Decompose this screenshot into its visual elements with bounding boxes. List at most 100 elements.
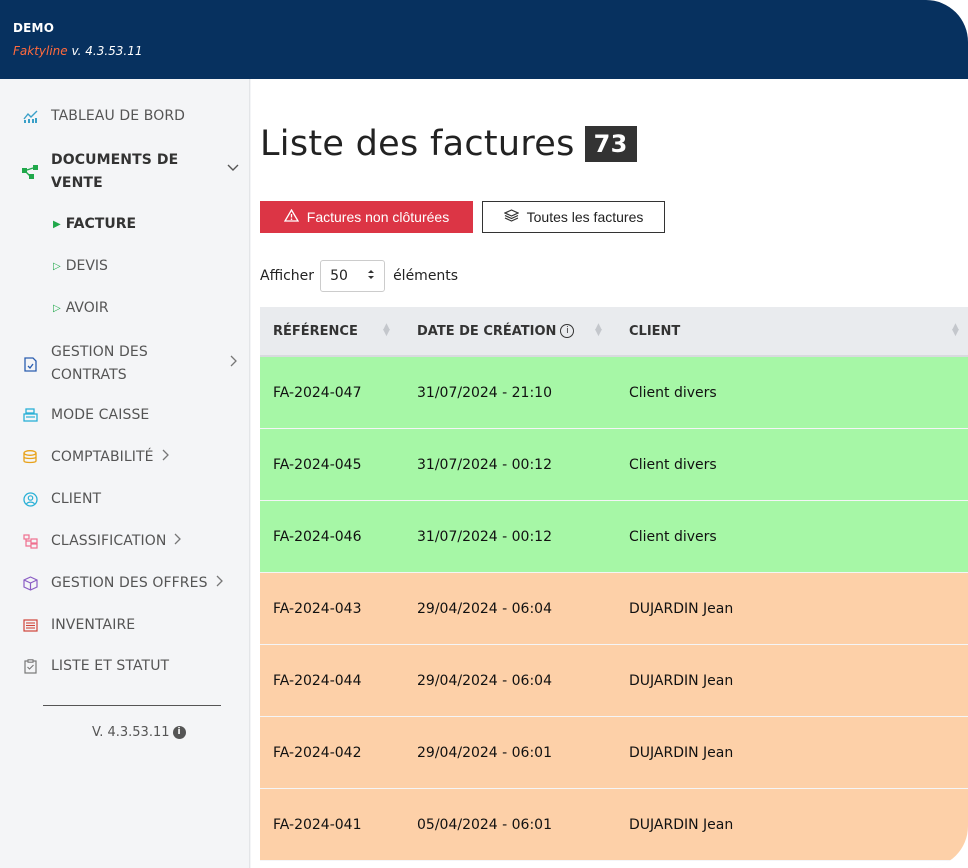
sidebar-divider <box>43 705 221 706</box>
sidebar-item-label: MODE CAISSE <box>51 407 150 423</box>
sidebar-version: V. 4.3.53.11 i <box>92 725 186 740</box>
sidebar-item-list-status[interactable]: LISTE ET STATUT <box>22 658 169 674</box>
layers-icon <box>503 209 520 225</box>
cell-reference: FA-2024-047 <box>273 385 362 401</box>
cell-reference: FA-2024-044 <box>273 673 362 689</box>
coins-icon <box>22 449 38 465</box>
table-row[interactable]: FA-2024-045 31/07/2024 - 00:12 Client di… <box>260 429 968 501</box>
cell-client: Client divers <box>629 457 717 473</box>
caret-right-icon: ▷ <box>53 302 61 314</box>
contract-icon <box>22 356 38 372</box>
cell-client: DUJARDIN Jean <box>629 601 734 617</box>
sidebar-item-client[interactable]: CLIENT <box>22 491 101 507</box>
sidebar-item-label: CLIENT <box>51 491 102 507</box>
invoices-table: RÉFÉRENCE ▲ ▼ DATE DE CRÉATION i ▲ ▼ CLIEN… <box>260 307 968 861</box>
page-title: Liste des factures 73 <box>260 124 637 164</box>
chevron-right-icon <box>230 355 238 371</box>
warning-icon <box>283 208 299 225</box>
sidebar-item-label: GESTION DES OFFRES <box>51 575 208 591</box>
sidebar-item-label: GESTION DES CONTRATS <box>51 344 148 383</box>
cell-client: DUJARDIN Jean <box>629 673 734 689</box>
chevron-right-icon <box>216 575 224 591</box>
chart-icon <box>22 108 38 124</box>
cell-reference: FA-2024-043 <box>273 601 362 617</box>
cell-date: 31/07/2024 - 00:12 <box>417 457 552 473</box>
cell-reference: FA-2024-045 <box>273 457 362 473</box>
table-row[interactable]: FA-2024-042 29/04/2024 - 06:01 DUJARDIN … <box>260 717 968 789</box>
sidebar: TABLEAU DE BORD DOCUMENTS DE VENTE ▶ FAC… <box>0 79 250 868</box>
main-content: Liste des factures 73 Factures non clôtu… <box>251 79 968 868</box>
sidebar-item-label: DOCUMENTS DE VENTE <box>51 152 179 191</box>
sidebar-item-cash-mode[interactable]: MODE CAISSE <box>22 407 149 423</box>
hierarchy-icon <box>22 533 38 549</box>
sidebar-item-avoir[interactable]: ▷ AVOIR <box>53 300 109 316</box>
sidebar-item-offers[interactable]: GESTION DES OFFRES <box>22 575 224 591</box>
cell-reference: FA-2024-046 <box>273 529 362 545</box>
cell-reference: FA-2024-042 <box>273 745 362 761</box>
cell-client: Client divers <box>629 529 717 545</box>
count-badge: 73 <box>584 126 637 162</box>
elements-label: éléments <box>393 268 459 284</box>
show-label: Afficher <box>260 268 315 284</box>
box-icon <box>22 575 38 591</box>
sort-icon[interactable]: ▲ ▼ <box>952 323 959 338</box>
table-row[interactable]: FA-2024-041 05/04/2024 - 06:01 DUJARDIN … <box>260 789 968 861</box>
user-circle-icon <box>22 491 38 507</box>
cell-client: DUJARDIN Jean <box>629 745 734 761</box>
cell-date: 05/04/2024 - 06:01 <box>417 817 552 833</box>
clipboard-icon <box>22 658 38 674</box>
chevron-down-icon <box>227 161 239 176</box>
chevron-right-icon <box>162 449 170 465</box>
table-row[interactable]: FA-2024-043 29/04/2024 - 06:04 DUJARDIN … <box>260 573 968 645</box>
sidebar-item-label: COMPTABILITÉ <box>51 449 154 465</box>
info-icon[interactable]: i <box>172 726 186 739</box>
sidebar-item-contracts[interactable]: GESTION DES CONTRATS <box>22 341 237 387</box>
app-version: Faktyline v. 4.3.53.11 <box>13 44 143 58</box>
sidebar-item-label: LISTE ET STATUT <box>51 658 170 674</box>
caret-right-icon: ▶ <box>53 218 61 230</box>
sidebar-item-label: CLASSIFICATION <box>51 533 167 549</box>
sort-icon[interactable]: ▲ ▼ <box>383 323 390 338</box>
cell-reference: FA-2024-041 <box>273 817 362 833</box>
sidebar-item-facture[interactable]: ▶ FACTURE <box>53 216 136 232</box>
sidebar-item-devis[interactable]: ▷ DEVIS <box>53 258 108 274</box>
sidebar-item-inventory[interactable]: INVENTAIRE <box>22 617 135 633</box>
all-invoices-button[interactable]: Toutes les factures <box>482 201 665 233</box>
table-row[interactable]: FA-2024-047 31/07/2024 - 21:10 Client di… <box>260 357 968 429</box>
cell-date: 31/07/2024 - 21:10 <box>417 385 552 401</box>
top-bar: DEMO Faktyline v. 4.3.53.11 <box>0 0 968 79</box>
org-name: DEMO <box>13 21 55 35</box>
brand-name: Faktyline <box>13 44 68 58</box>
info-icon[interactable]: i <box>560 324 575 338</box>
sort-icon[interactable]: ▲ ▼ <box>595 323 602 338</box>
sidebar-item-accounting[interactable]: COMPTABILITÉ <box>22 449 170 465</box>
table-row[interactable]: FA-2024-044 29/04/2024 - 06:04 DUJARDIN … <box>260 645 968 717</box>
sidebar-item-classification[interactable]: CLASSIFICATION <box>22 533 182 549</box>
sidebar-item-sales-documents[interactable]: DOCUMENTS DE VENTE <box>22 149 239 195</box>
cell-date: 29/04/2024 - 06:04 <box>417 673 552 689</box>
column-creation-date[interactable]: DATE DE CRÉATION i <box>417 324 575 339</box>
caret-right-icon: ▷ <box>53 260 61 272</box>
cell-client: DUJARDIN Jean <box>629 817 734 833</box>
cell-date: 29/04/2024 - 06:04 <box>417 601 552 617</box>
sort-arrows-icon <box>367 269 375 283</box>
cell-client: Client divers <box>629 385 717 401</box>
sidebar-item-label: INVENTAIRE <box>51 617 136 633</box>
unclosed-invoices-button[interactable]: Factures non clôturées <box>260 201 473 233</box>
column-client[interactable]: CLIENT <box>629 324 680 339</box>
cash-register-icon <box>22 407 38 423</box>
page-length-select[interactable]: 50 <box>320 260 386 292</box>
table-row[interactable]: FA-2024-046 31/07/2024 - 00:12 Client di… <box>260 501 968 573</box>
cell-date: 29/04/2024 - 06:01 <box>417 745 552 761</box>
version-number: v. 4.3.53.11 <box>71 44 143 58</box>
list-icon <box>22 617 38 633</box>
column-reference[interactable]: RÉFÉRENCE <box>273 324 358 339</box>
chevron-right-icon <box>174 533 182 549</box>
app-window: DEMO Faktyline v. 4.3.53.11 TABLEAU DE B… <box>0 0 968 868</box>
table-header: RÉFÉRENCE ▲ ▼ DATE DE CRÉATION i ▲ ▼ CLIEN… <box>260 307 968 357</box>
cell-date: 31/07/2024 - 00:12 <box>417 529 552 545</box>
page-length-control: Afficher 50 éléments <box>260 260 458 292</box>
network-icon <box>22 164 38 180</box>
sidebar-item-label: TABLEAU DE BORD <box>51 108 186 124</box>
sidebar-item-dashboard[interactable]: TABLEAU DE BORD <box>22 108 185 124</box>
